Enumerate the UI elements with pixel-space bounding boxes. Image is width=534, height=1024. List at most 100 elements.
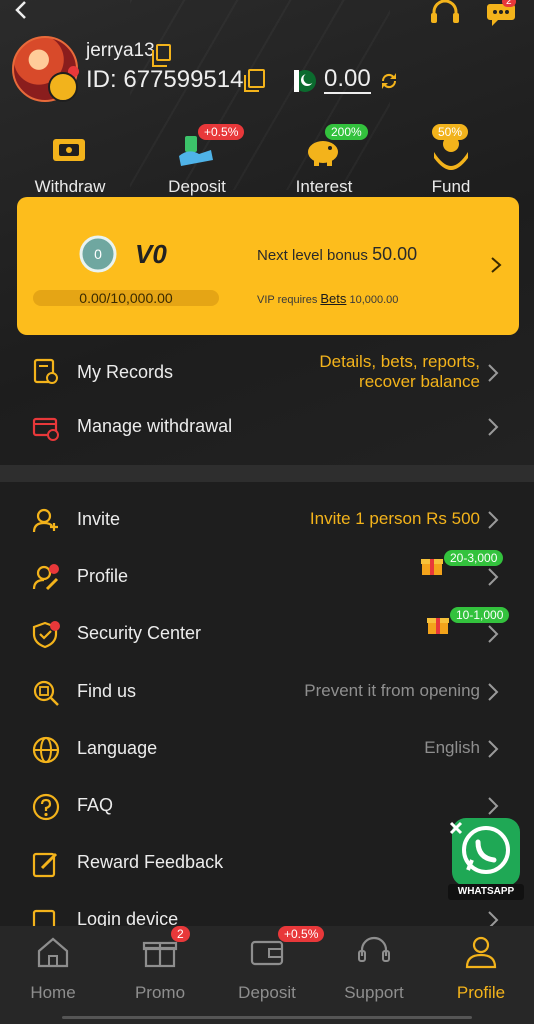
- chevron-right-icon: [488, 911, 499, 926]
- chevron-right-icon: [488, 364, 499, 382]
- withdraw-button[interactable]: Withdraw: [15, 130, 125, 197]
- vip-requirement: VIP requires Bets 10,000.00: [257, 291, 398, 306]
- interest-rate-badge: 200%: [325, 124, 368, 140]
- vip-badge-icon: [48, 72, 78, 102]
- chevron-right-icon: [488, 797, 499, 815]
- home-indicator: [62, 1016, 472, 1019]
- chevron-right-icon: [488, 625, 499, 643]
- whatsapp-label: WHATSAPP: [457, 886, 515, 897]
- find-us-icon: [33, 680, 59, 706]
- manage-withdrawal-icon: [32, 417, 59, 441]
- tab-support[interactable]: Support: [321, 934, 427, 1003]
- headset-icon[interactable]: [429, 0, 461, 26]
- messages-count-badge: 2: [502, 0, 516, 7]
- interest-label: Interest: [295, 177, 353, 196]
- deposit-bonus-badge: +0.5%: [198, 124, 245, 140]
- fund-button[interactable]: 50% Fund: [396, 124, 506, 197]
- tab-promo-label: Promo: [134, 983, 186, 1002]
- security-reward-badge: 10-1,000: [450, 607, 510, 623]
- find-us-row[interactable]: Find us Prevent it from opening: [0, 665, 534, 721]
- promo-count-badge: 2: [171, 926, 190, 942]
- login-device-label: Login device: [77, 909, 179, 926]
- withdraw-label: Withdraw: [34, 177, 106, 196]
- tab-profile[interactable]: Profile: [428, 934, 534, 1003]
- chevron-right-icon: [488, 568, 499, 586]
- vip-level: V0: [135, 239, 167, 269]
- pakistan-flag-icon: [294, 70, 316, 92]
- tab-deposit[interactable]: +0.5% Deposit: [214, 926, 325, 1003]
- vip-requires-value: 10,000.00: [349, 294, 399, 306]
- security-center-row[interactable]: Security Center 10-1,000: [0, 607, 534, 663]
- fund-rate-badge: 50%: [432, 124, 469, 140]
- find-us-value: Prevent it from opening: [304, 681, 480, 700]
- my-records-row[interactable]: My Records Details, bets, reports, recove…: [0, 344, 534, 400]
- avatar[interactable]: [12, 36, 79, 102]
- next-level-label: Next level bonus: [257, 247, 368, 264]
- tab-promo[interactable]: 2 Promo: [107, 926, 213, 1003]
- device-icon: [32, 909, 56, 926]
- balance: 0.00: [324, 65, 371, 94]
- back-icon[interactable]: [10, 0, 34, 24]
- find-us-label: Find us: [77, 681, 137, 701]
- username: jerrya13: [86, 40, 155, 61]
- id-value: 677599514: [123, 66, 244, 93]
- profile-row[interactable]: Profile 20-3,000: [0, 550, 534, 606]
- tab-deposit-label: Deposit: [238, 983, 296, 1002]
- manage-withdrawal-row[interactable]: Manage withdrawal: [0, 400, 534, 456]
- vip-medal-icon: 0: [79, 235, 117, 273]
- copy-username-icon[interactable]: [152, 44, 171, 67]
- vip-requires-label: VIP requires: [257, 294, 318, 306]
- manage-withdrawal-label: Manage withdrawal: [77, 416, 233, 436]
- bets-link[interactable]: Bets: [320, 291, 346, 306]
- tab-home[interactable]: Home: [0, 934, 106, 1003]
- refresh-balance-icon[interactable]: [378, 70, 400, 92]
- invite-row[interactable]: Invite Invite 1 person Rs 500: [0, 493, 534, 549]
- chevron-right-icon: [491, 257, 502, 273]
- my-records-value-line2: recover balance: [359, 372, 480, 391]
- vip-medal-number: 0: [94, 246, 102, 262]
- my-records-value-line1: Details, bets, reports,: [319, 352, 480, 371]
- bottom-tab-bar: Home 2 Promo +0.5% Deposit Support Profi…: [0, 926, 534, 1024]
- deposit-tab-badge: +0.5%: [278, 926, 325, 942]
- messages-icon[interactable]: 2: [486, 0, 518, 28]
- interest-button[interactable]: 200% Interest: [269, 124, 379, 197]
- invite-value: Invite 1 person Rs 500: [309, 509, 480, 528]
- gift-icon: [427, 618, 449, 634]
- vip-card[interactable]: 0 V0 0.00/10,000.00 Next level bonus 50.…: [17, 197, 519, 335]
- my-records-label: My Records: [77, 362, 174, 382]
- language-label: Language: [77, 738, 158, 758]
- feedback-edit-icon: [32, 852, 58, 878]
- reward-feedback-label: Reward Feedback: [77, 852, 224, 872]
- deposit-button[interactable]: +0.5% Deposit: [142, 124, 252, 197]
- question-icon: [32, 793, 60, 821]
- tab-support-label: Support: [344, 983, 404, 1002]
- language-row[interactable]: Language English: [0, 722, 534, 778]
- gift-icon: [421, 559, 443, 575]
- profile-label: Profile: [77, 566, 129, 586]
- withdraw-icon: [53, 139, 85, 161]
- next-level-value: 50.00: [372, 244, 418, 264]
- user-icon: [465, 936, 497, 969]
- profile-edit-icon: [32, 564, 59, 591]
- close-icon[interactable]: [448, 820, 464, 836]
- invite-icon: [32, 508, 58, 533]
- chevron-right-icon: [488, 683, 499, 701]
- chevron-right-icon: [488, 740, 499, 758]
- profile-reward-badge: 20-3,000: [444, 550, 504, 566]
- security-center-label: Security Center: [77, 623, 202, 643]
- vip-progress-text: 0.00/10,000.00: [79, 290, 173, 306]
- headset-icon: [358, 936, 390, 962]
- fund-label: Fund: [431, 177, 471, 196]
- shield-icon: [32, 621, 60, 649]
- next-level-bonus: Next level bonus 50.00: [257, 244, 417, 265]
- section-divider: [0, 465, 534, 482]
- tab-home-label: Home: [30, 983, 76, 1002]
- tab-profile-label: Profile: [456, 983, 506, 1002]
- invite-label: Invite: [77, 509, 121, 529]
- my-records-value: Details, bets, reports, recover balance: [319, 352, 480, 392]
- copy-id-icon[interactable]: [244, 69, 265, 92]
- language-value: English: [424, 738, 480, 757]
- id-label: ID:: [86, 66, 117, 93]
- deposit-label: Deposit: [168, 177, 226, 196]
- whatsapp-button[interactable]: WHATSAPP: [448, 816, 524, 902]
